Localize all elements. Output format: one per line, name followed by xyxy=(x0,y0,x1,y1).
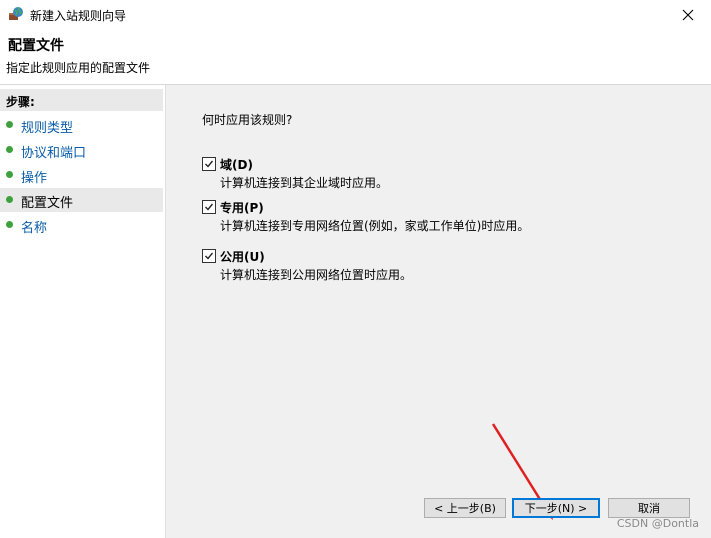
next-button[interactable]: 下一步(N) > xyxy=(512,498,600,518)
watermark: CSDN @Dontla xyxy=(616,517,699,530)
annotation-arrow-icon xyxy=(491,423,553,520)
back-button[interactable]: < 上一步(B) xyxy=(424,498,506,518)
cancel-button[interactable]: 取消 xyxy=(608,498,690,518)
